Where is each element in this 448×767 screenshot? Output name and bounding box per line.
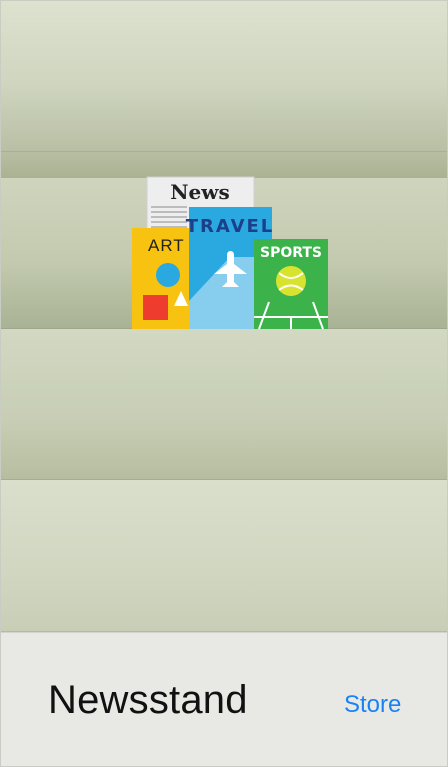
newsstand-screen: News ART TRAVEL SPORTS Newsstand Store (0, 0, 448, 767)
store-button[interactable]: Store (344, 691, 401, 719)
page-title: Newsstand (48, 678, 248, 722)
shelf-row-1 (1, 1, 447, 152)
shelf-row-4 (1, 480, 447, 632)
shelf-row-2 (1, 178, 447, 329)
shelf-row-3 (1, 329, 447, 480)
shelf-divider (1, 152, 447, 178)
